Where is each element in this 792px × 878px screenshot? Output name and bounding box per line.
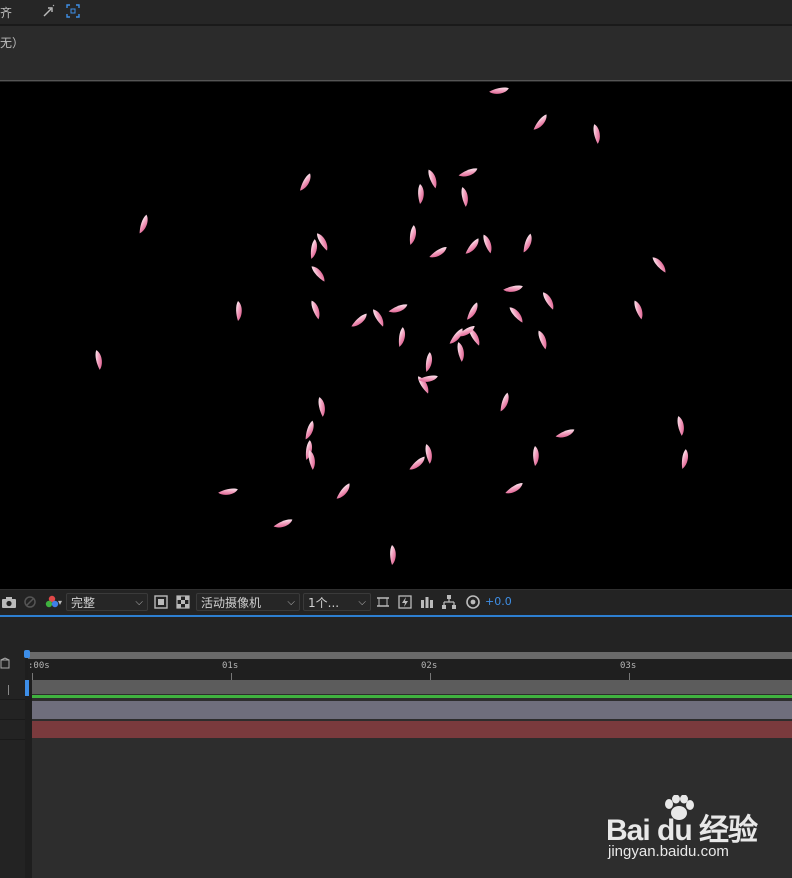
petal: [318, 397, 325, 417]
watermark-url: jingyan.baidu.com: [608, 843, 729, 860]
ruler-tick: [629, 673, 630, 680]
petal: [336, 483, 350, 499]
views-value: 1个...: [308, 596, 340, 610]
petal: [523, 233, 532, 253]
petal: [308, 450, 315, 470]
petal: [505, 482, 523, 494]
resolution-value: 完整: [71, 596, 96, 610]
petal: [542, 292, 554, 310]
flowchart-icon[interactable]: [441, 594, 457, 610]
time-ruler[interactable]: :00s 01s 02s 03s: [28, 659, 792, 680]
align-toolbar: 齐: [0, 0, 792, 26]
petal: [398, 327, 406, 347]
petal: [449, 328, 463, 344]
petal: [310, 239, 318, 259]
ruler-label: 03s: [620, 661, 637, 671]
petal: [409, 225, 417, 245]
transparency-grid-icon[interactable]: [175, 594, 191, 610]
petal: [372, 309, 384, 327]
ruler-tick: [231, 673, 232, 680]
viewer-toolbar: ▾ 完整 ⌵ 活动摄像机 ⌵ 1个... ⌵ +0.0: [0, 589, 792, 614]
petal: [425, 444, 432, 464]
reset-exposure-icon[interactable]: [465, 594, 481, 610]
petal: [593, 124, 600, 144]
ruler-label: 02s: [421, 661, 438, 671]
petal: [538, 330, 547, 350]
petal: [305, 420, 314, 440]
petal: [509, 307, 523, 323]
region-of-interest-icon[interactable]: [153, 594, 169, 610]
petal: [429, 246, 447, 258]
petal: [461, 187, 468, 207]
top-panel: 齐 无）: [0, 0, 792, 81]
timeline-icon[interactable]: [419, 594, 435, 610]
petal: [465, 238, 479, 254]
petal: [139, 214, 148, 234]
effect-row: 无）: [0, 26, 792, 81]
render-status-line: [32, 695, 792, 698]
layer-bar-2[interactable]: [32, 721, 792, 738]
petal: [503, 285, 523, 292]
petal: [458, 168, 478, 177]
petal: [467, 302, 478, 320]
show-snapshot-icon[interactable]: [22, 594, 38, 610]
petal: [351, 313, 367, 327]
petal: [634, 300, 643, 320]
snap-icon[interactable]: [42, 4, 56, 18]
views-dropdown[interactable]: 1个... ⌵: [303, 593, 371, 611]
petal: [236, 301, 242, 321]
chevron-down-icon: ⌵: [135, 597, 143, 608]
petal: [316, 233, 328, 251]
toggle-pixel-aspect-icon[interactable]: [375, 594, 391, 610]
baidu-watermark: Bai du 经验 jingyan.baidu.com: [606, 795, 792, 865]
petal: [681, 449, 689, 469]
petal: [418, 184, 424, 204]
playhead-handle[interactable]: [24, 650, 30, 658]
work-area-bar[interactable]: [28, 652, 792, 659]
petal: [273, 519, 293, 528]
align-label: 齐: [0, 6, 13, 20]
petal: [425, 352, 433, 372]
layer-bar-1[interactable]: [32, 701, 792, 719]
none-label: 无）: [0, 36, 25, 50]
petal: [677, 416, 684, 436]
petal: [300, 173, 311, 191]
petal: [652, 257, 666, 273]
column-divider: [8, 685, 9, 695]
composition-bar[interactable]: [32, 680, 792, 694]
petal: [533, 114, 547, 130]
petal: [489, 87, 509, 94]
petal: [390, 545, 396, 565]
camera-snapshot-icon[interactable]: [1, 594, 17, 610]
exposure-value[interactable]: +0.0: [485, 595, 512, 608]
camera-value: 活动摄像机: [201, 596, 262, 610]
camera-dropdown[interactable]: 活动摄像机 ⌵: [196, 593, 300, 611]
ruler-tick: [32, 673, 33, 680]
petal: [457, 342, 464, 362]
ruler-label: :00s: [28, 661, 50, 671]
chevron-down-icon: ⌵: [358, 597, 366, 608]
petal: [311, 300, 320, 320]
chevron-down-icon: ⌵: [287, 597, 295, 608]
petal: [533, 446, 539, 466]
petal-canvas: [95, 87, 689, 565]
ruler-label: 01s: [222, 661, 239, 671]
ruler-tick: [430, 673, 431, 680]
petal: [409, 456, 425, 470]
petal: [428, 169, 437, 189]
petal: [483, 234, 492, 254]
petal: [218, 488, 238, 495]
petal: [311, 266, 325, 282]
petal: [500, 392, 509, 412]
fast-preview-icon[interactable]: [397, 594, 413, 610]
layer-lock-icon[interactable]: [0, 657, 10, 669]
expand-icon[interactable]: [66, 4, 80, 18]
channel-chevron-icon[interactable]: ▾: [58, 598, 62, 607]
resolution-dropdown[interactable]: 完整 ⌵: [66, 593, 148, 611]
petal: [388, 304, 408, 313]
playhead-line[interactable]: [25, 680, 29, 696]
composition-viewer[interactable]: [0, 82, 792, 589]
petal: [95, 350, 102, 370]
petal: [555, 429, 575, 438]
